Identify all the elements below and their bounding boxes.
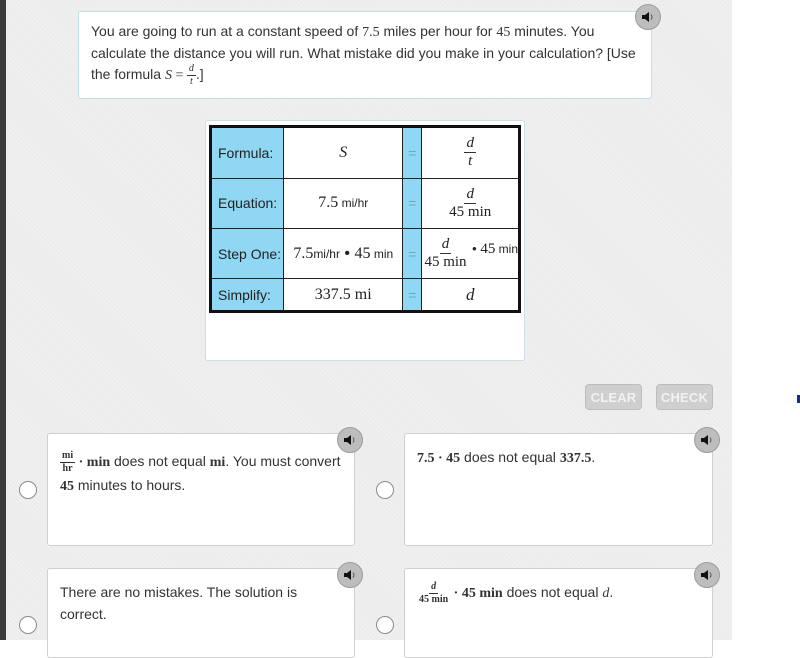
question-audio-button[interactable] [635, 4, 661, 30]
row-lhs: S [283, 126, 404, 179]
row-label: Simplify: [209, 278, 285, 312]
choice-b-radio[interactable] [376, 481, 394, 499]
choice-d-fraction: d 45 min [419, 580, 449, 605]
row-rhs: d 45 min [421, 177, 520, 230]
choice-c-card[interactable]: There are no mistakes. The solution is c… [47, 568, 355, 658]
choice-a-fraction: mi hr [60, 449, 76, 474]
table-row: Formula: S = dt [209, 126, 520, 179]
row-lhs: 337.5 mi [283, 278, 404, 312]
solution-table-card: Formula: S = dt Equation: 7.5 mi/hr = d4… [205, 120, 525, 361]
speaker-icon [344, 570, 355, 580]
question-card: You are going to run at a constant speed… [78, 11, 652, 99]
speaker-icon [344, 435, 355, 445]
row-rhs: dt [421, 126, 520, 179]
choice-c-radio[interactable] [19, 616, 37, 634]
choice-c-audio-button[interactable] [337, 562, 363, 588]
check-button[interactable]: CHECK [656, 384, 713, 410]
rhs-fraction: d 45 min [449, 185, 492, 220]
choice-a-radio[interactable] [19, 481, 37, 499]
solution-table: Formula: S = dt Equation: 7.5 mi/hr = d4… [209, 125, 521, 313]
table-row: Step One: 7.5mi/hr • 45 min = d 45 min • … [209, 228, 520, 280]
choice-b-audio-button[interactable] [694, 427, 720, 453]
clear-button[interactable]: CLEAR [585, 384, 642, 410]
row-equals: = [402, 228, 423, 280]
rhs-fraction: dt [464, 135, 476, 170]
question-text: You are going to run at a constant speed… [91, 23, 636, 87]
row-lhs: 7.5mi/hr • 45 min [283, 228, 404, 280]
formula-fraction: dt [186, 63, 196, 87]
row-equals: = [402, 177, 423, 230]
choice-d-radio[interactable] [376, 616, 394, 634]
speaker-icon [642, 12, 653, 22]
row-lhs: 7.5 mi/hr [283, 177, 404, 230]
choice-b-card[interactable]: 7.5 · 45 does not equal 337.5. [404, 433, 713, 546]
rhs-fraction: d 45 min [424, 236, 467, 271]
row-rhs: d 45 min • 45 min [421, 228, 520, 280]
row-equals: = [402, 278, 423, 312]
row-rhs: d [421, 278, 520, 312]
table-row: Equation: 7.5 mi/hr = d 45 min [209, 177, 520, 230]
speaker-icon [701, 435, 712, 445]
row-equals: = [402, 126, 423, 179]
row-label: Step One: [209, 228, 285, 280]
choice-d-audio-button[interactable] [694, 562, 720, 588]
speaker-icon [701, 570, 712, 580]
choice-a-card[interactable]: mi hr · min does not equal mi. You must c… [47, 433, 355, 546]
choice-d-card[interactable]: d 45 min · 45 min does not equal d. [404, 568, 713, 658]
choice-a-audio-button[interactable] [337, 427, 363, 453]
row-label: Equation: [209, 177, 285, 230]
table-row: Simplify: 337.5 mi = d [209, 278, 520, 312]
row-label: Formula: [209, 126, 285, 179]
